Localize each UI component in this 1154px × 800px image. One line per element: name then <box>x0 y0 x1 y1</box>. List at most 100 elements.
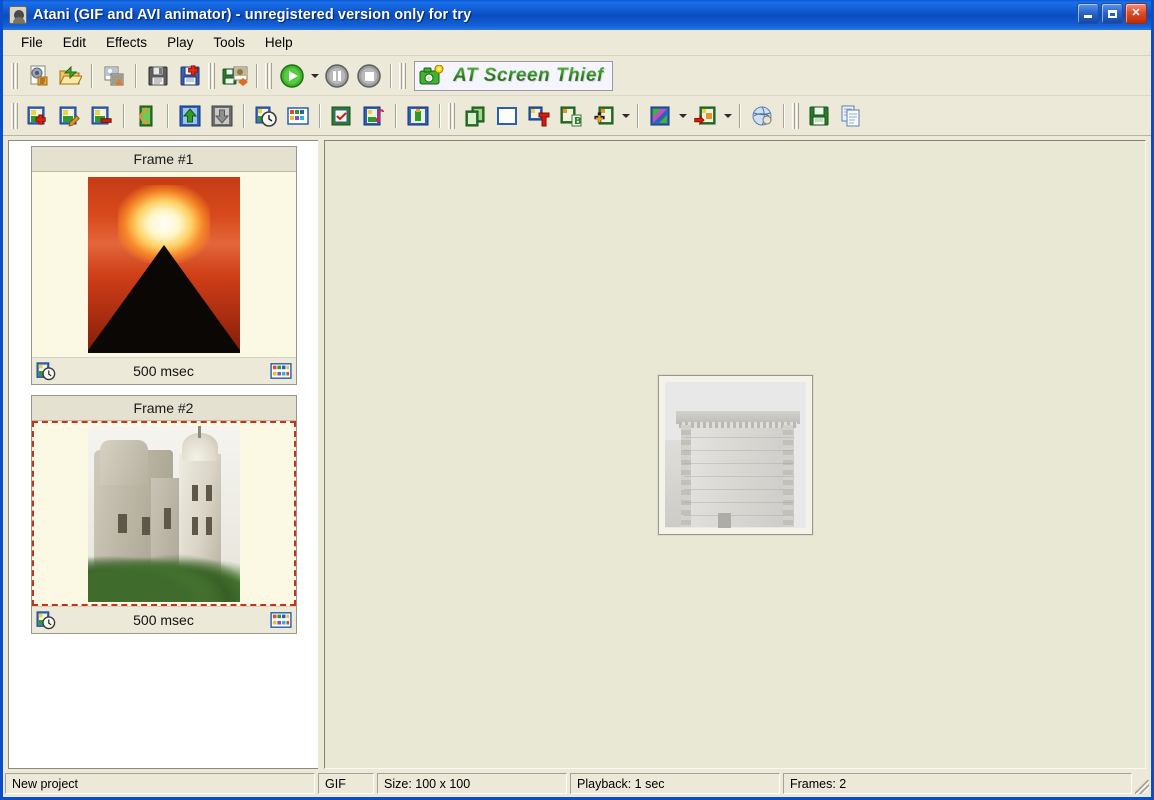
palette-icon[interactable] <box>283 101 313 131</box>
toolbar-separator <box>243 103 245 128</box>
toolbar-secondary: B B <box>3 96 1151 136</box>
toolbar-separator <box>319 103 321 128</box>
canvas-area[interactable] <box>324 140 1146 769</box>
at-screen-thief-banner[interactable]: AT Screen Thief <box>414 60 613 91</box>
title-bar: Atani (GIF and AVI animator) - unregiste… <box>3 0 1151 30</box>
toolbar-grip[interactable] <box>11 102 18 129</box>
insert-object-icon[interactable] <box>588 101 618 131</box>
frame-sound-icon[interactable] <box>359 101 389 131</box>
frame-thumbnail-container[interactable] <box>31 421 296 606</box>
move-frame-down-icon[interactable] <box>207 101 237 131</box>
add-frame-icon[interactable] <box>23 101 53 131</box>
close-button[interactable]: ✕ <box>1125 3 1147 24</box>
toolbar-grip[interactable] <box>208 62 215 89</box>
insert-banner-icon[interactable]: B B <box>556 101 586 131</box>
frame-card-2[interactable]: Frame #2 500 msec <box>30 395 297 634</box>
toolbar-separator <box>135 63 137 88</box>
toolbar-separator <box>123 103 125 128</box>
effect-apply-icon[interactable] <box>690 101 720 131</box>
move-frame-up-icon[interactable] <box>175 101 205 131</box>
preview-frame[interactable] <box>657 374 813 535</box>
resize-grip[interactable] <box>1135 780 1149 794</box>
toolbar-primary: AT Screen Thief <box>3 56 1151 96</box>
status-frames: Frames: 2 <box>783 773 1132 794</box>
swap-frame-icon[interactable] <box>131 101 161 131</box>
frame-delay-icon[interactable] <box>36 361 58 381</box>
toolbar-grip[interactable] <box>399 62 406 89</box>
frame-delay-icon[interactable] <box>251 101 281 131</box>
save-frame-icon[interactable] <box>804 101 834 131</box>
insert-object-dropdown-icon[interactable] <box>619 101 632 131</box>
toolbar-grip[interactable] <box>11 62 18 89</box>
toolbar-separator <box>395 103 397 128</box>
camera-icon <box>419 64 444 84</box>
window-title: Atani (GIF and AVI animator) - unregiste… <box>33 7 472 23</box>
status-format: GIF <box>318 773 374 794</box>
frame-delay-icon[interactable] <box>36 610 58 630</box>
duplicate-frames-icon[interactable] <box>460 101 490 131</box>
frame-title: Frame #1 <box>31 147 296 172</box>
export-film-icon[interactable] <box>220 61 250 91</box>
insert-text-icon[interactable] <box>524 101 554 131</box>
frame-properties-icon[interactable] <box>403 101 433 131</box>
menu-bar: File Edit Effects Play Tools Help <box>3 30 1151 56</box>
banner-text: AT Screen Thief <box>453 64 604 86</box>
toolbar-separator <box>91 63 93 88</box>
frame-thumbnail-cathedral <box>87 425 240 602</box>
transition-dropdown-icon[interactable] <box>676 101 689 131</box>
frame-thumbnail-container[interactable] <box>31 172 296 357</box>
frame-delay-label: 500 msec <box>133 612 194 628</box>
preview-image <box>664 381 806 528</box>
status-project: New project <box>5 773 315 794</box>
toolbar-grip[interactable] <box>448 102 455 129</box>
svg-text:B: B <box>574 116 582 127</box>
crop-frame-icon[interactable] <box>492 101 522 131</box>
import-film-icon[interactable] <box>99 61 129 91</box>
minimize-button[interactable] <box>1077 3 1099 24</box>
toolbar-separator <box>783 103 785 128</box>
atani-head-icon <box>9 6 27 24</box>
toolbar-separator <box>256 63 258 88</box>
frame-card-1[interactable]: Frame #1 500 msec <box>30 146 297 385</box>
main-body: Frame #1 500 msec Frame #2 500 msec <box>3 136 1151 771</box>
save-as-icon[interactable] <box>175 61 205 91</box>
toolbar-grip[interactable] <box>265 62 272 89</box>
toolbar-separator <box>637 103 639 128</box>
pause-icon[interactable] <box>322 61 352 91</box>
maximize-button[interactable] <box>1101 3 1123 24</box>
toolbar-separator <box>439 103 441 128</box>
menu-edit[interactable]: Edit <box>53 32 96 53</box>
frame-palette-icon[interactable] <box>269 362 292 380</box>
delete-frame-icon[interactable] <box>87 101 117 131</box>
optimize-icon[interactable] <box>747 101 777 131</box>
frame-footer: 500 msec <box>31 606 296 633</box>
open-file-icon[interactable] <box>55 61 85 91</box>
status-playback: Playback: 1 sec <box>570 773 780 794</box>
status-size: Size: 100 x 100 <box>377 773 567 794</box>
menu-file[interactable]: File <box>11 32 53 53</box>
window-controls: ✕ <box>1077 3 1147 24</box>
frame-footer: 500 msec <box>31 357 296 384</box>
transition-icon[interactable] <box>645 101 675 131</box>
menu-tools[interactable]: Tools <box>203 32 255 53</box>
edit-frame-icon[interactable] <box>55 101 85 131</box>
play-icon[interactable] <box>277 61 307 91</box>
menu-help[interactable]: Help <box>255 32 303 53</box>
toolbar-separator <box>390 63 392 88</box>
toolbar-separator <box>739 103 741 128</box>
effect-apply-dropdown-icon[interactable] <box>721 101 734 131</box>
toolbar-grip[interactable] <box>792 102 799 129</box>
frame-delay-label: 500 msec <box>133 363 194 379</box>
play-dropdown-icon[interactable] <box>308 61 321 91</box>
frame-palette-icon[interactable] <box>269 611 292 629</box>
copy-frame-icon[interactable] <box>836 101 866 131</box>
frame-title: Frame #2 <box>31 396 296 421</box>
menu-play[interactable]: Play <box>157 32 203 53</box>
stop-icon[interactable] <box>354 61 384 91</box>
frames-panel[interactable]: Frame #1 500 msec Frame #2 500 msec <box>8 140 318 769</box>
status-bar: New project GIF Size: 100 x 100 Playback… <box>3 771 1151 797</box>
new-animation-icon[interactable] <box>23 61 53 91</box>
select-frames-icon[interactable] <box>327 101 357 131</box>
save-icon[interactable] <box>143 61 173 91</box>
menu-effects[interactable]: Effects <box>96 32 157 53</box>
